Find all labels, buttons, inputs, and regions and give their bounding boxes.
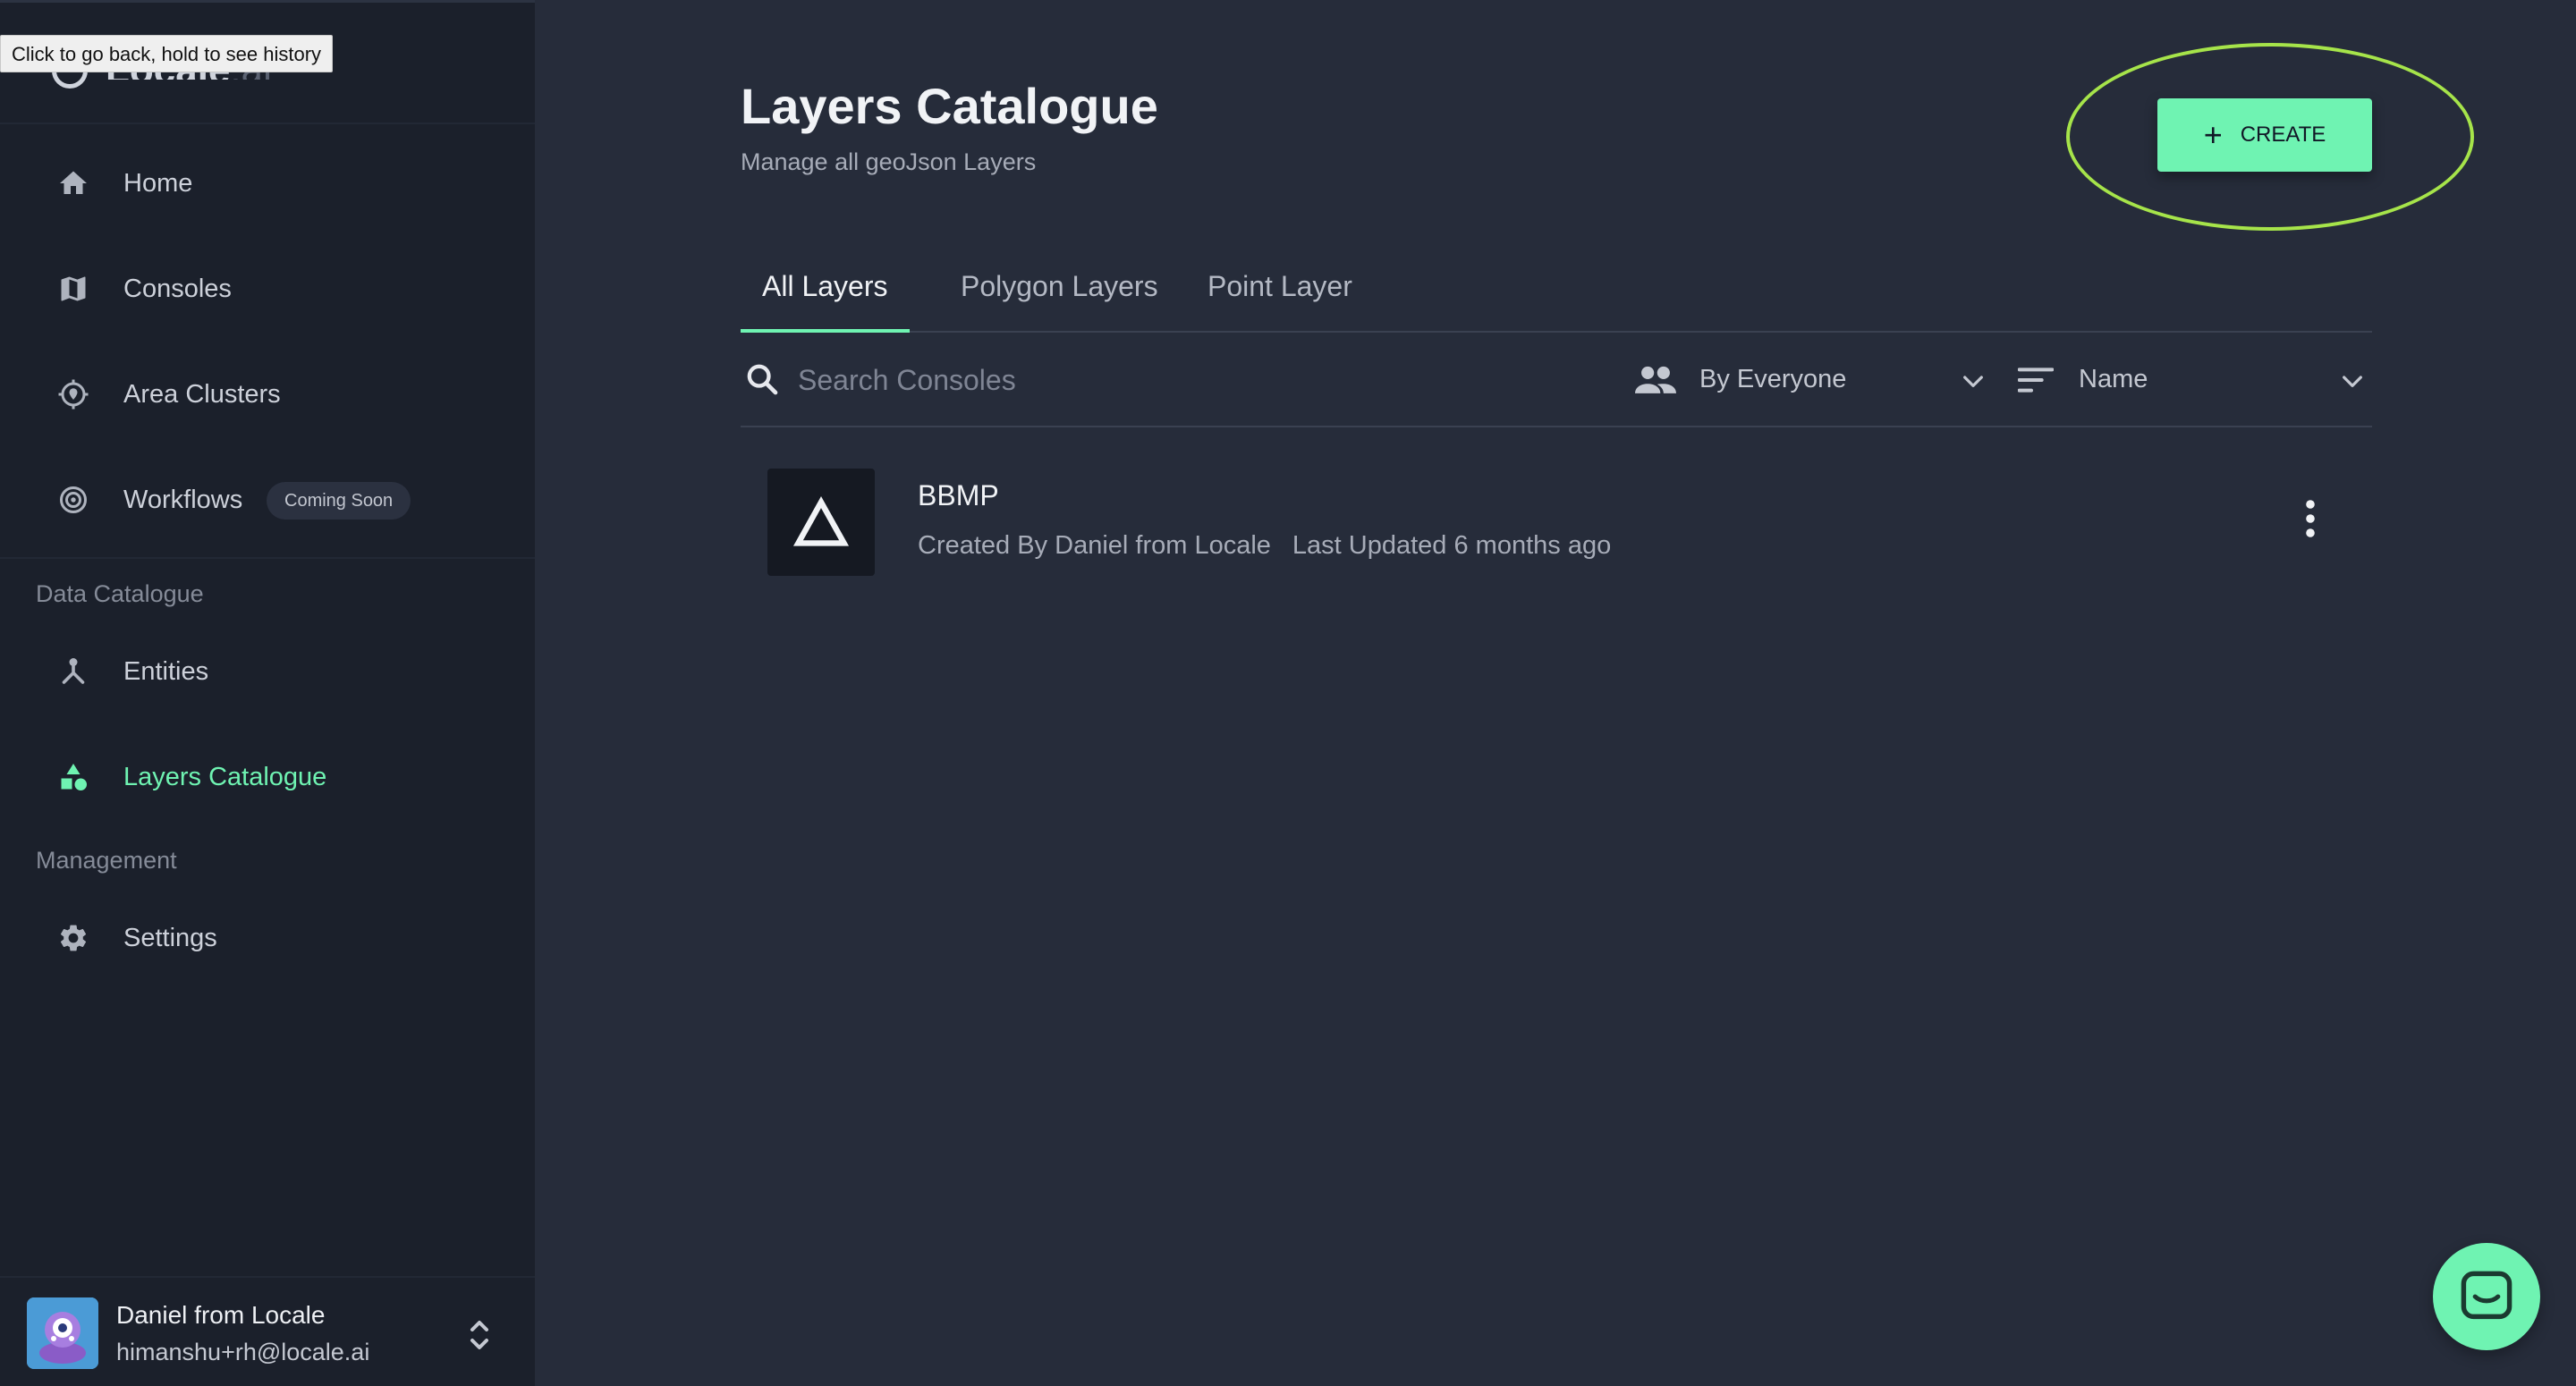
sidebar-item-area-clusters[interactable]: Area Clusters [0,359,535,430]
sidebar-item-label: Home [123,169,193,198]
sidebar-item-layers-catalogue[interactable]: Layers Catalogue [0,741,535,813]
section-label-management: Management [36,847,177,874]
sidebar: Locale.ai Click to go back, hold to see … [0,0,535,1386]
sidebar-divider [0,557,535,559]
avatar [27,1297,98,1369]
more-vert-icon[interactable] [2297,497,2324,540]
location-target-icon [57,378,89,410]
section-label-data-catalogue: Data Catalogue [36,580,204,607]
create-button-label: CREATE [2240,123,2326,147]
sidebar-item-entities[interactable]: Entities [0,636,535,707]
polygon-layer-icon [767,469,875,576]
filter-bar: By Everyone Name [741,334,2372,427]
layer-created-by: Created By Daniel from Locale [918,531,1271,560]
chevron-down-icon[interactable] [2338,367,2367,395]
sidebar-item-label: Area Clusters [123,380,281,409]
sidebar-item-label: Entities [123,657,209,686]
sidebar-item-settings[interactable]: Settings [0,902,535,974]
sidebar-item-home[interactable]: Home [0,148,535,219]
layer-meta: Created By Daniel from Locale Last Update… [918,531,1611,561]
sort-select[interactable]: Name [2079,365,2148,394]
workflow-icon [57,484,89,516]
user-account-switcher[interactable]: Daniel from Locale himanshu+rh@locale.ai [0,1276,535,1386]
search-icon [747,364,778,395]
sidebar-item-label: Workflows [123,486,243,514]
list-item[interactable]: BBMP Created By Daniel from Locale Last U… [741,447,2372,590]
layer-name: BBMP [918,479,999,511]
app-window: Locale.ai Click to go back, hold to see … [0,0,2576,1386]
plus-icon: + [2203,116,2223,153]
expand-collapse-icon[interactable] [467,1317,492,1353]
map-icon [57,273,89,305]
sidebar-item-workflows[interactable]: Workflows Coming Soon [0,464,535,536]
tab-point-layer[interactable]: Point Layer [1186,259,1374,333]
create-button[interactable]: + CREATE [2157,98,2372,172]
layers-shapes-icon [57,761,89,793]
sidebar-item-label: Layers Catalogue [123,763,327,791]
sidebar-item-consoles[interactable]: Consoles [0,253,535,325]
search-input[interactable] [798,356,1424,404]
back-tooltip: Click to go back, hold to see history [0,35,334,72]
sidebar-item-label: Consoles [123,275,232,303]
page-subtitle: Manage all geoJson Layers [741,148,1037,175]
gear-icon [57,922,89,954]
entities-icon [57,655,89,688]
user-name: Daniel from Locale [116,1301,326,1329]
chat-icon [2461,1271,2512,1320]
chevron-down-icon[interactable] [1959,367,1987,395]
owner-filter-select[interactable]: By Everyone [1699,365,1846,394]
page-title: Layers Catalogue [741,78,1158,134]
sidebar-item-label: Settings [123,924,217,952]
tab-all-layers[interactable]: All Layers [741,259,910,333]
home-icon [57,167,89,199]
coming-soon-badge: Coming Soon [267,482,411,520]
user-email: himanshu+rh@locale.ai [116,1339,370,1365]
chat-launcher-button[interactable] [2433,1243,2540,1350]
people-icon [1635,366,1676,393]
layer-tabs: All Layers Polygon Layers Point Layer [741,259,2372,333]
tab-polygon-layers[interactable]: Polygon Layers [939,259,1180,333]
sort-icon [2018,368,2054,393]
layer-last-updated: Last Updated 6 months ago [1292,531,1612,560]
